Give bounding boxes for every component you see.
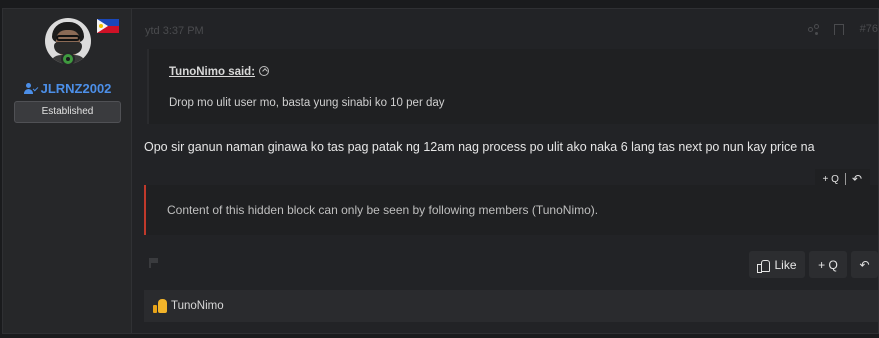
bookmark-icon[interactable] [833, 23, 844, 35]
quote-author-name[interactable]: TunoNimo said: [169, 66, 255, 78]
thumbs-up-icon [757, 259, 771, 273]
thumbs-up-reaction-icon [153, 299, 167, 313]
post-body: Opo sir ganun naman ginawa ko tas pag pa… [144, 140, 815, 154]
post-header-actions: #76 [807, 23, 878, 35]
hidden-content-block: Content of this hidden block can only be… [144, 185, 878, 235]
reply-arrow-icon: ↶ [859, 257, 870, 272]
quote-block: TunoNimo said: Drop mo ulit user mo, bas… [147, 49, 878, 124]
online-status-icon [61, 52, 75, 66]
avatar-glasses [56, 35, 80, 41]
reply-icon[interactable]: ↶ [852, 172, 862, 186]
username-text[interactable]: JLRNZ2002 [41, 81, 112, 96]
quote-label: + Q [818, 257, 838, 272]
like-button[interactable]: Like [749, 251, 805, 278]
post-timestamp[interactable]: ytd 3:37 PM [145, 25, 204, 37]
go-to-quote-icon[interactable] [259, 66, 270, 76]
post-number[interactable]: #76 [860, 23, 878, 35]
quote-text: Drop mo ulit user mo, basta yung sinabi … [169, 97, 445, 109]
quote-author[interactable]: TunoNimo said: [169, 66, 270, 78]
post-action-buttons: Like + Q ↶ [749, 251, 878, 278]
like-label: Like [774, 257, 797, 272]
reply-button[interactable]: ↶ [851, 251, 878, 278]
user-title-badge: Established [14, 101, 121, 123]
report-flag-icon[interactable] [149, 258, 159, 268]
philippines-flag-icon [97, 19, 119, 33]
verified-user-icon [23, 83, 38, 94]
post-main: ytd 3:37 PM #76 TunoNimo said: Drop mo u… [133, 9, 878, 333]
username-link[interactable]: JLRNZ2002 [3, 81, 132, 96]
reactions-bar: TunoNimo [144, 290, 878, 322]
quote-button[interactable]: + Q [809, 251, 847, 278]
inline-quote-button[interactable]: + Q [823, 174, 839, 185]
reaction-user[interactable]: TunoNimo [171, 300, 224, 312]
share-icon[interactable] [807, 23, 819, 35]
message-post: JLRNZ2002 Established ytd 3:37 PM #76 Tu… [2, 8, 879, 334]
user-sidebar: JLRNZ2002 Established [3, 9, 132, 333]
divider [844, 173, 846, 185]
hidden-content-text: Content of this hidden block can only be… [167, 203, 599, 217]
